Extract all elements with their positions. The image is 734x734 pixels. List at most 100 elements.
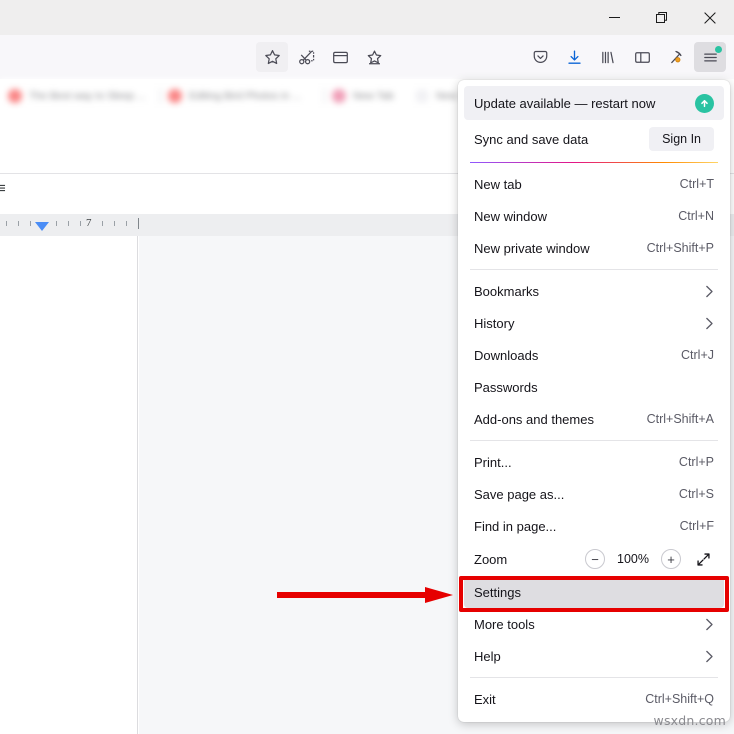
menu-shortcut: Ctrl+J [681, 348, 714, 362]
menu-label: New window [474, 208, 547, 224]
chevron-right-icon [705, 317, 714, 330]
app-menu-icon[interactable] [694, 42, 726, 72]
menu-shortcut: Ctrl+P [678, 455, 714, 469]
downloads-icon[interactable] [558, 42, 590, 72]
tab-divider [324, 88, 325, 104]
menu-item-new-window[interactable]: New window Ctrl+N [464, 200, 724, 232]
extension-pickaxe-icon[interactable] [660, 42, 692, 72]
zoom-level-value[interactable]: 100% [616, 552, 650, 566]
update-badge-dot [715, 46, 722, 53]
sign-in-button[interactable]: Sign In [649, 126, 714, 152]
tab-title: New Tab [353, 90, 394, 102]
menu-label: Help [474, 648, 501, 664]
menu-shortcut: Ctrl+Shift+A [646, 412, 714, 426]
menu-item-settings[interactable]: Settings [464, 576, 724, 608]
menu-item-zoom: Zoom − 100% + [464, 542, 724, 576]
fullscreen-icon[interactable] [692, 548, 714, 570]
restore-button[interactable] [638, 0, 686, 35]
menu-label: Exit [474, 691, 496, 707]
tab-title: The Best way to Sleep ... [29, 90, 146, 102]
menu-label: Find in page... [474, 518, 557, 534]
menu-item-sync[interactable]: Sync and save data Sign In [464, 120, 724, 158]
arrow-up-icon [695, 93, 714, 113]
window-titlebar [0, 0, 734, 35]
menu-separator [470, 440, 718, 441]
menu-item-history[interactable]: History [464, 307, 724, 339]
menu-item-new-tab[interactable]: New tab Ctrl+T [464, 168, 724, 200]
browser-tab[interactable]: New [415, 85, 457, 107]
menu-separator [470, 677, 718, 678]
menu-label: Passwords [474, 379, 538, 395]
menu-item-new-private-window[interactable]: New private window Ctrl+Shift+P [464, 232, 724, 264]
menu-label: Downloads [474, 347, 539, 363]
document-left-glyph: ≡ [0, 180, 6, 197]
reader-view-icon[interactable] [324, 42, 356, 72]
tab-title: New [436, 90, 458, 102]
browser-tab[interactable]: The Best way to Sleep ... [8, 85, 146, 107]
toolbar-actions [524, 35, 726, 79]
settings-label: Settings [474, 584, 521, 600]
menu-item-update-available[interactable]: Update available — restart now [464, 86, 724, 120]
menu-shortcut: Ctrl+T [679, 177, 714, 191]
menu-item-find-in-page[interactable]: Find in page... Ctrl+F [464, 510, 724, 542]
ruler-indent-marker[interactable] [35, 222, 49, 231]
tab-title: Editing Bird Photos in ... [189, 90, 302, 102]
toolbar-page-actions [256, 35, 390, 79]
menu-shortcut: Ctrl+N [678, 209, 714, 223]
menu-label: New private window [474, 240, 590, 256]
red-arrow-annotation [277, 586, 453, 604]
tab-favicon-icon [168, 89, 182, 103]
tab-favicon-icon [332, 89, 346, 103]
menu-label: New tab [474, 176, 522, 192]
pocket-icon[interactable] [524, 42, 556, 72]
browser-tab[interactable]: Editing Bird Photos in ... [168, 85, 301, 107]
menu-item-more-tools[interactable]: More tools [464, 608, 724, 640]
browser-window: The Best way to Sleep ... Editing Bird P… [0, 0, 734, 734]
menu-item-save-page-as[interactable]: Save page as... Ctrl+S [464, 478, 724, 510]
brand-gradient-separator [470, 162, 718, 163]
minimize-button[interactable] [590, 0, 638, 35]
chevron-right-icon [705, 285, 714, 298]
chevron-right-icon [705, 618, 714, 631]
window-controls [590, 0, 734, 35]
browser-tab[interactable]: New Tab [332, 85, 394, 107]
navigation-toolbar [0, 35, 734, 79]
zoom-out-button[interactable]: − [585, 549, 605, 569]
menu-shortcut: Ctrl+F [679, 519, 714, 533]
menu-item-downloads[interactable]: Downloads Ctrl+J [464, 339, 724, 371]
menu-label: Print... [474, 454, 512, 470]
zoom-in-button[interactable]: + [661, 549, 681, 569]
tab-favicon-icon [8, 89, 22, 103]
watermark: wsxdn.com [653, 713, 726, 728]
menu-item-print[interactable]: Print... Ctrl+P [464, 446, 724, 478]
tab-favicon-icon [415, 89, 429, 103]
menu-item-bookmarks[interactable]: Bookmarks [464, 275, 724, 307]
screenshot-scissors-icon[interactable] [290, 42, 322, 72]
sidebars-icon[interactable] [626, 42, 658, 72]
menu-separator [470, 269, 718, 270]
close-button[interactable] [686, 0, 734, 35]
chevron-right-icon [705, 650, 714, 663]
document-sidebar-panel [0, 236, 138, 734]
menu-shortcut: Ctrl+Shift+Q [645, 692, 714, 706]
menu-label: Bookmarks [474, 283, 540, 299]
menu-item-exit[interactable]: Exit Ctrl+Shift+Q [464, 683, 724, 715]
sync-label: Sync and save data [474, 131, 589, 147]
bookmark-star-icon[interactable] [256, 42, 288, 72]
zoom-controls: − 100% + [585, 548, 714, 570]
menu-item-add-ons-and-themes[interactable]: Add-ons and themes Ctrl+Shift+A [464, 403, 724, 435]
update-label: Update available — restart now [474, 95, 656, 111]
menu-shortcut: Ctrl+S [678, 487, 714, 501]
menu-label: History [474, 315, 515, 331]
save-to-pocket-icon[interactable] [358, 42, 390, 72]
menu-label: Add-ons and themes [474, 411, 594, 427]
menu-item-help[interactable]: Help [464, 640, 724, 672]
menu-label: Save page as... [474, 486, 565, 502]
tab-divider [160, 88, 161, 104]
zoom-label: Zoom [474, 551, 508, 567]
menu-item-passwords[interactable]: Passwords [464, 371, 724, 403]
ruler-number: 7 [86, 217, 92, 229]
library-icon[interactable] [592, 42, 624, 72]
menu-shortcut: Ctrl+Shift+P [646, 241, 714, 255]
app-menu-panel: Update available — restart now Sync and … [458, 80, 730, 722]
